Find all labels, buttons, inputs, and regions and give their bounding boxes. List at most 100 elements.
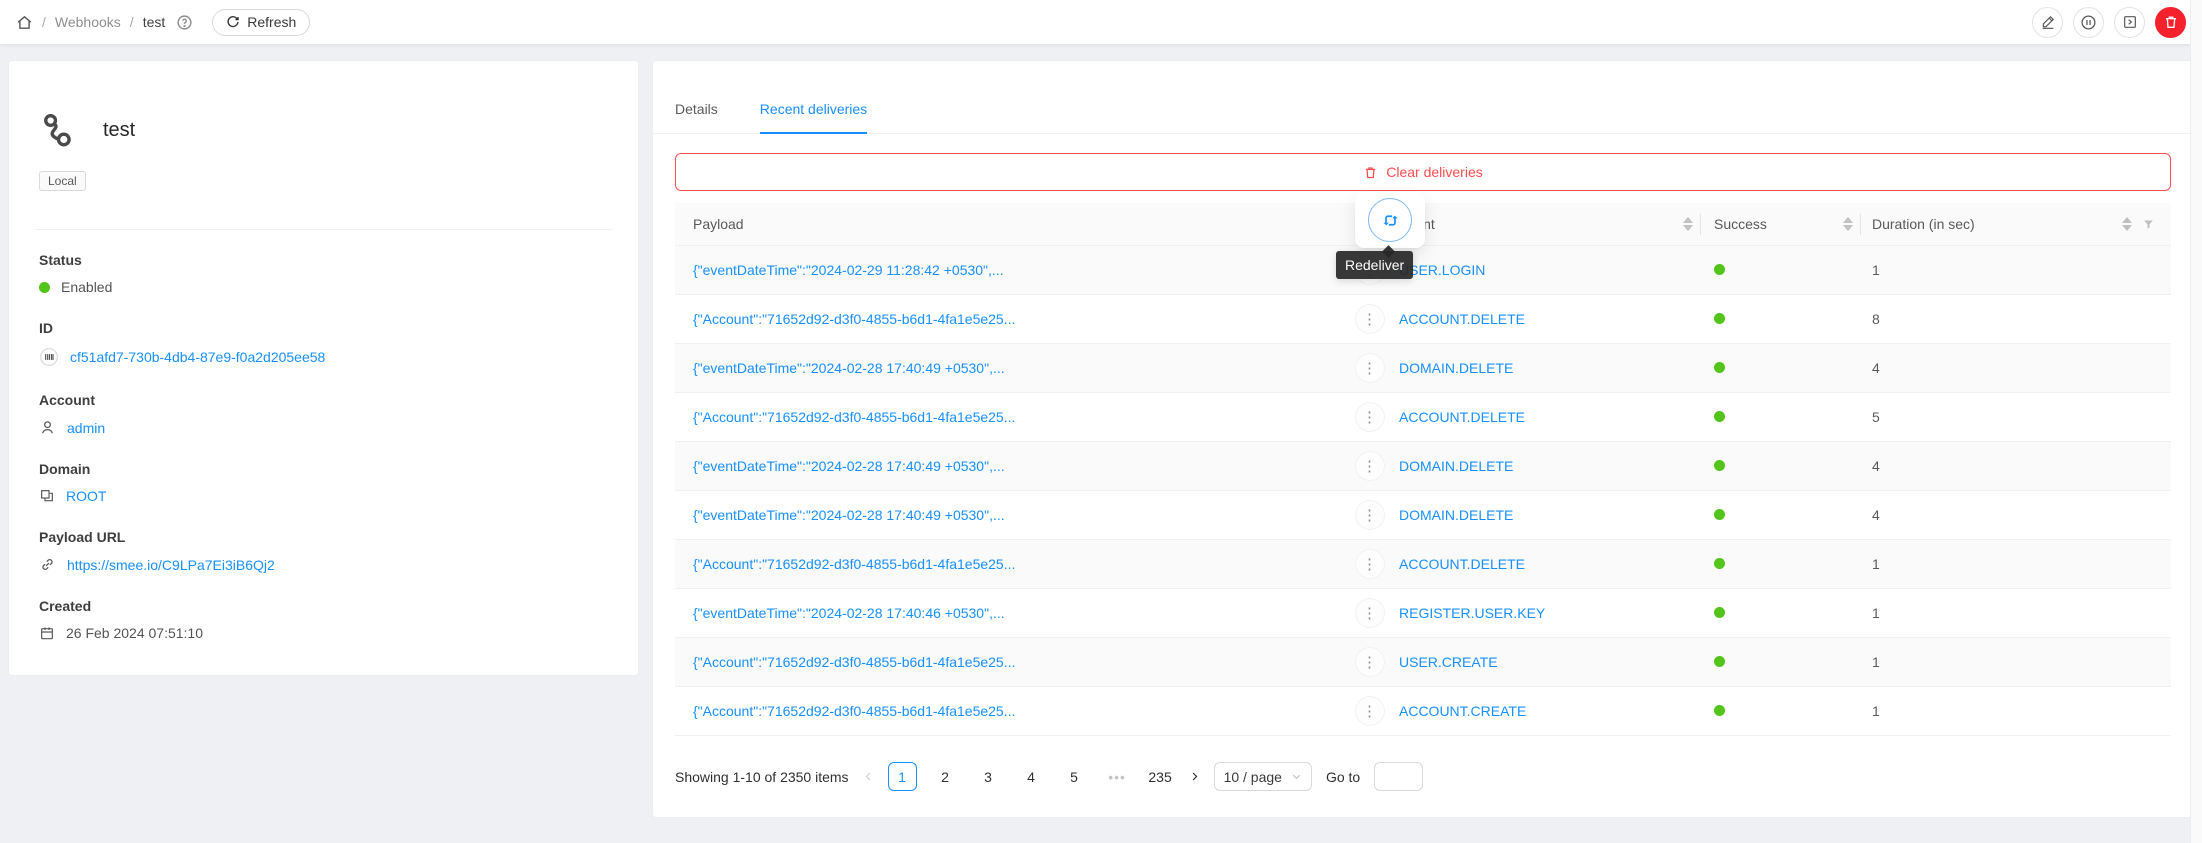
webhook-id-link[interactable]: cf51afd7-730b-4db4-87e9-f0a2d205ee58 xyxy=(70,349,325,365)
webhook-details-card: test Local Status Enabled ID cf51afd7-73… xyxy=(8,60,639,676)
column-header-duration[interactable]: Duration (in sec) xyxy=(1861,203,2171,245)
row-actions-cell: ⋮ xyxy=(1349,452,1391,480)
success-cell xyxy=(1701,458,1861,474)
row-actions-cell: ⋮ xyxy=(1349,354,1391,382)
tab-details[interactable]: Details xyxy=(675,101,718,134)
table-row: {"eventDateTime":"2024-02-29 11:28:42 +0… xyxy=(675,246,2171,295)
payload-link[interactable]: {"Account":"71652d92-d3f0-4855-b6d1-4fa1… xyxy=(675,311,1349,327)
row-actions-button[interactable]: ⋮ xyxy=(1356,697,1384,725)
row-actions-button[interactable]: ⋮ xyxy=(1356,354,1384,382)
clear-deliveries-button[interactable]: Clear deliveries xyxy=(675,153,2171,191)
edit-webhook-button[interactable] xyxy=(2032,7,2063,38)
tab-recent-deliveries[interactable]: Recent deliveries xyxy=(760,101,867,134)
block-icon xyxy=(39,488,55,504)
row-actions-button[interactable]: ⋮ xyxy=(1356,550,1384,578)
event-link[interactable]: USER.CREATE xyxy=(1391,654,1701,670)
row-actions-button[interactable]: ⋮ xyxy=(1356,648,1384,676)
success-cell xyxy=(1701,360,1861,376)
redeliver-button[interactable] xyxy=(1368,198,1412,242)
barcode-icon xyxy=(39,347,59,367)
row-actions-button[interactable]: ⋮ xyxy=(1356,501,1384,529)
retweet-icon xyxy=(1380,210,1401,231)
pagination-page[interactable]: 3 xyxy=(974,762,1003,791)
event-link[interactable]: USER.LOGIN xyxy=(1391,262,1701,278)
field-label: Payload URL xyxy=(39,529,608,545)
payload-link[interactable]: {"eventDateTime":"2024-02-29 11:28:42 +0… xyxy=(675,262,1349,278)
table-row: {"eventDateTime":"2024-02-28 17:40:49 +0… xyxy=(675,491,2171,540)
row-actions-cell: ⋮ xyxy=(1349,550,1391,578)
payload-url-link[interactable]: https://smee.io/C9LPa7Ei3iB6Qj2 xyxy=(67,557,275,573)
user-icon xyxy=(39,419,56,436)
account-link[interactable]: admin xyxy=(67,420,105,436)
table-row: {"eventDateTime":"2024-02-28 17:40:49 +0… xyxy=(675,442,2171,491)
event-link[interactable]: ACCOUNT.DELETE xyxy=(1391,556,1701,572)
previous-page-button[interactable] xyxy=(863,771,874,782)
column-header-event[interactable]: Event xyxy=(1391,203,1701,245)
page-size-select[interactable]: 10 / page xyxy=(1214,762,1312,791)
refresh-button[interactable]: Refresh xyxy=(212,9,310,36)
table-row: {"Account":"71652d92-d3f0-4855-b6d1-4fa1… xyxy=(675,393,2171,442)
pagination-page[interactable]: 1 xyxy=(888,762,917,791)
payload-link[interactable]: {"Account":"71652d92-d3f0-4855-b6d1-4fa1… xyxy=(675,703,1349,719)
home-icon[interactable] xyxy=(16,14,33,31)
breadcrumb-webhooks[interactable]: Webhooks xyxy=(55,14,121,30)
success-status-dot xyxy=(1714,607,1725,618)
disable-webhook-button[interactable] xyxy=(2073,7,2104,38)
sort-icon[interactable] xyxy=(1683,217,1693,231)
breadcrumb: / Webhooks / test Refresh xyxy=(16,9,310,36)
filter-icon[interactable] xyxy=(2142,218,2155,231)
pagination-page[interactable]: 5 xyxy=(1060,762,1089,791)
status-dot xyxy=(39,282,50,293)
domain-link[interactable]: ROOT xyxy=(66,488,106,504)
delete-webhook-button[interactable] xyxy=(2155,7,2186,38)
next-page-button[interactable] xyxy=(1189,771,1200,782)
event-link[interactable]: ACCOUNT.DELETE xyxy=(1391,409,1701,425)
payload-link[interactable]: {"eventDateTime":"2024-02-28 17:40:49 +0… xyxy=(675,507,1349,523)
tab-bar: Details Recent deliveries xyxy=(653,61,2193,134)
success-status-dot xyxy=(1714,460,1725,471)
success-cell xyxy=(1701,409,1861,425)
row-actions-cell: ⋮ xyxy=(1349,305,1391,333)
event-link[interactable]: DOMAIN.DELETE xyxy=(1391,360,1701,376)
event-link[interactable]: ACCOUNT.DELETE xyxy=(1391,311,1701,327)
goto-label: Go to xyxy=(1326,769,1360,785)
page-title: test xyxy=(103,119,135,142)
payload-link[interactable]: {"eventDateTime":"2024-02-28 17:40:49 +0… xyxy=(675,458,1349,474)
payload-link[interactable]: {"Account":"71652d92-d3f0-4855-b6d1-4fa1… xyxy=(675,409,1349,425)
event-link[interactable]: DOMAIN.DELETE xyxy=(1391,458,1701,474)
success-status-dot xyxy=(1714,411,1725,422)
pagination-page[interactable]: 235 xyxy=(1146,762,1175,791)
pause-circle-icon xyxy=(2080,14,2097,31)
field-payload-url: Payload URL https://smee.io/C9LPa7Ei3iB6… xyxy=(39,529,608,573)
table-row: {"Account":"71652d92-d3f0-4855-b6d1-4fa1… xyxy=(675,540,2171,589)
sort-icon[interactable] xyxy=(2122,217,2132,231)
field-label: ID xyxy=(39,320,608,336)
pagination-page[interactable]: 2 xyxy=(931,762,960,791)
row-actions-button[interactable]: ⋮ xyxy=(1356,599,1384,627)
event-link[interactable]: ACCOUNT.CREATE xyxy=(1391,703,1701,719)
question-circle-icon[interactable] xyxy=(176,14,193,31)
row-actions-button[interactable]: ⋮ xyxy=(1356,403,1384,431)
column-header-success[interactable]: Success xyxy=(1701,203,1861,245)
pagination-page[interactable]: ••• xyxy=(1103,762,1132,791)
link-icon xyxy=(39,556,56,573)
sort-icon[interactable] xyxy=(1843,217,1853,231)
row-actions-button[interactable]: ⋮ xyxy=(1356,305,1384,333)
row-actions-button[interactable]: ⋮ xyxy=(1356,452,1384,480)
payload-link[interactable]: {"eventDateTime":"2024-02-28 17:40:46 +0… xyxy=(675,605,1349,621)
goto-page-input[interactable] xyxy=(1374,762,1423,791)
row-actions-cell: ⋮ xyxy=(1349,697,1391,725)
chevron-down-icon xyxy=(1291,771,1302,782)
payload-link[interactable]: {"Account":"71652d92-d3f0-4855-b6d1-4fa1… xyxy=(675,556,1349,572)
payload-link[interactable]: {"Account":"71652d92-d3f0-4855-b6d1-4fa1… xyxy=(675,654,1349,670)
vertical-scrollbar[interactable] xyxy=(2190,0,2202,843)
deliveries-table: Payload Event Success Duration (in sec) xyxy=(675,203,2171,736)
payload-link[interactable]: {"eventDateTime":"2024-02-28 17:40:49 +0… xyxy=(675,360,1349,376)
test-delivery-button[interactable] xyxy=(2114,7,2145,38)
webhook-icon xyxy=(39,111,77,149)
duration-value: 4 xyxy=(1861,507,2171,523)
pagination-page[interactable]: 4 xyxy=(1017,762,1046,791)
event-link[interactable]: REGISTER.USER.KEY xyxy=(1391,605,1701,621)
event-link[interactable]: DOMAIN.DELETE xyxy=(1391,507,1701,523)
duration-value: 1 xyxy=(1861,605,2171,621)
